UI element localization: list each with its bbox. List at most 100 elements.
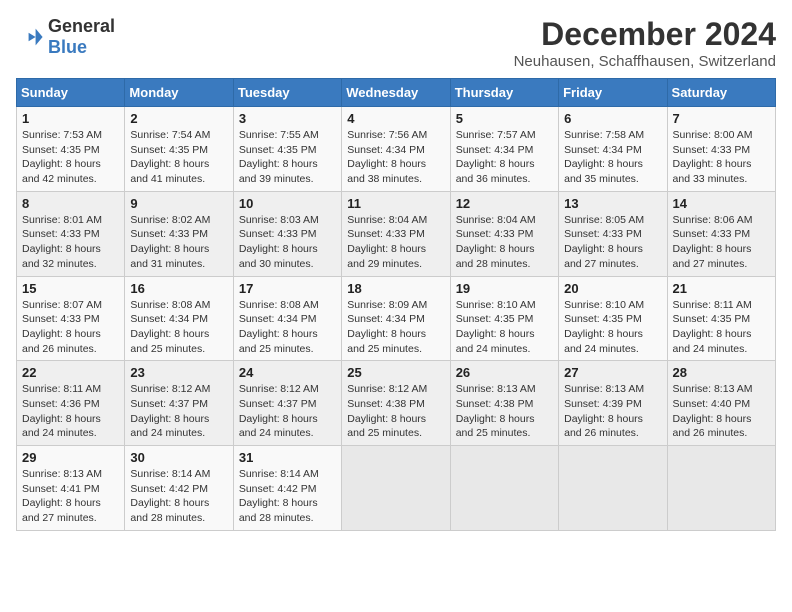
calendar-cell: [342, 446, 450, 531]
day-number: 16: [130, 281, 227, 296]
day-info: Sunrise: 8:13 AM Sunset: 4:39 PM Dayligh…: [564, 382, 661, 441]
sunrise-label: Sunrise: 8:12 AM: [347, 383, 427, 395]
calendar-cell: 29 Sunrise: 8:13 AM Sunset: 4:41 PM Dayl…: [17, 446, 125, 531]
sunrise-label: Sunrise: 8:13 AM: [564, 383, 644, 395]
sunset-label: Sunset: 4:33 PM: [673, 228, 751, 240]
sunset-label: Sunset: 4:33 PM: [22, 313, 100, 325]
calendar-cell: 15 Sunrise: 8:07 AM Sunset: 4:33 PM Dayl…: [17, 276, 125, 361]
daylight-label: Daylight: 8 hours: [22, 497, 101, 509]
daylight-minutes: and 33 minutes.: [673, 173, 748, 185]
day-info: Sunrise: 8:11 AM Sunset: 4:36 PM Dayligh…: [22, 382, 119, 441]
sunset-label: Sunset: 4:38 PM: [456, 398, 534, 410]
sunrise-label: Sunrise: 8:01 AM: [22, 214, 102, 226]
daylight-minutes: and 25 minutes.: [347, 343, 422, 355]
calendar-week-row: 15 Sunrise: 8:07 AM Sunset: 4:33 PM Dayl…: [17, 276, 776, 361]
day-number: 21: [673, 281, 770, 296]
sunrise-label: Sunrise: 7:58 AM: [564, 129, 644, 141]
day-info: Sunrise: 8:14 AM Sunset: 4:42 PM Dayligh…: [130, 467, 227, 526]
day-number: 6: [564, 111, 661, 126]
day-number: 17: [239, 281, 336, 296]
daylight-minutes: and 26 minutes.: [564, 427, 639, 439]
daylight-label: Daylight: 8 hours: [130, 328, 209, 340]
day-info: Sunrise: 8:04 AM Sunset: 4:33 PM Dayligh…: [347, 213, 444, 272]
calendar-cell: 20 Sunrise: 8:10 AM Sunset: 4:35 PM Dayl…: [559, 276, 667, 361]
calendar-cell: 7 Sunrise: 8:00 AM Sunset: 4:33 PM Dayli…: [667, 107, 775, 192]
sunrise-label: Sunrise: 8:13 AM: [456, 383, 536, 395]
calendar-cell: [450, 446, 558, 531]
calendar-cell: 13 Sunrise: 8:05 AM Sunset: 4:33 PM Dayl…: [559, 191, 667, 276]
day-info: Sunrise: 8:06 AM Sunset: 4:33 PM Dayligh…: [673, 213, 770, 272]
sunset-label: Sunset: 4:35 PM: [564, 313, 642, 325]
daylight-label: Daylight: 8 hours: [347, 328, 426, 340]
daylight-label: Daylight: 8 hours: [239, 328, 318, 340]
daylight-minutes: and 24 minutes.: [564, 343, 639, 355]
day-number: 4: [347, 111, 444, 126]
day-number: 18: [347, 281, 444, 296]
calendar-cell: 27 Sunrise: 8:13 AM Sunset: 4:39 PM Dayl…: [559, 361, 667, 446]
daylight-label: Daylight: 8 hours: [456, 158, 535, 170]
daylight-minutes: and 25 minutes.: [347, 427, 422, 439]
daylight-label: Daylight: 8 hours: [673, 413, 752, 425]
sunrise-label: Sunrise: 8:11 AM: [673, 299, 752, 311]
day-number: 29: [22, 450, 119, 465]
daylight-minutes: and 24 minutes.: [130, 427, 205, 439]
sunrise-label: Sunrise: 7:55 AM: [239, 129, 319, 141]
daylight-label: Daylight: 8 hours: [22, 243, 101, 255]
day-number: 19: [456, 281, 553, 296]
day-number: 10: [239, 196, 336, 211]
day-number: 3: [239, 111, 336, 126]
day-number: 9: [130, 196, 227, 211]
day-info: Sunrise: 7:55 AM Sunset: 4:35 PM Dayligh…: [239, 128, 336, 187]
day-number: 28: [673, 365, 770, 380]
calendar-table: SundayMondayTuesdayWednesdayThursdayFrid…: [16, 78, 776, 531]
sunset-label: Sunset: 4:33 PM: [130, 228, 208, 240]
daylight-minutes: and 25 minutes.: [456, 427, 531, 439]
calendar-cell: 18 Sunrise: 8:09 AM Sunset: 4:34 PM Dayl…: [342, 276, 450, 361]
daylight-label: Daylight: 8 hours: [673, 158, 752, 170]
calendar-cell: 9 Sunrise: 8:02 AM Sunset: 4:33 PM Dayli…: [125, 191, 233, 276]
day-info: Sunrise: 8:08 AM Sunset: 4:34 PM Dayligh…: [130, 298, 227, 357]
header: General Blue December 2024 Neuhausen, Sc…: [16, 16, 776, 70]
calendar-cell: 1 Sunrise: 7:53 AM Sunset: 4:35 PM Dayli…: [17, 107, 125, 192]
calendar-cell: 8 Sunrise: 8:01 AM Sunset: 4:33 PM Dayli…: [17, 191, 125, 276]
day-number: 30: [130, 450, 227, 465]
logo-blue-text: Blue: [48, 37, 87, 57]
sunset-label: Sunset: 4:34 PM: [347, 313, 425, 325]
sunrise-label: Sunrise: 8:09 AM: [347, 299, 427, 311]
calendar-week-row: 8 Sunrise: 8:01 AM Sunset: 4:33 PM Dayli…: [17, 191, 776, 276]
day-info: Sunrise: 8:07 AM Sunset: 4:33 PM Dayligh…: [22, 298, 119, 357]
calendar-week-row: 1 Sunrise: 7:53 AM Sunset: 4:35 PM Dayli…: [17, 107, 776, 192]
day-number: 23: [130, 365, 227, 380]
day-info: Sunrise: 8:12 AM Sunset: 4:37 PM Dayligh…: [239, 382, 336, 441]
daylight-label: Daylight: 8 hours: [22, 413, 101, 425]
calendar-cell: 4 Sunrise: 7:56 AM Sunset: 4:34 PM Dayli…: [342, 107, 450, 192]
sunset-label: Sunset: 4:34 PM: [456, 144, 534, 156]
sunrise-label: Sunrise: 8:13 AM: [673, 383, 753, 395]
weekday-header-friday: Friday: [559, 79, 667, 107]
weekday-header-monday: Monday: [125, 79, 233, 107]
sunrise-label: Sunrise: 8:11 AM: [22, 383, 101, 395]
calendar-cell: 3 Sunrise: 7:55 AM Sunset: 4:35 PM Dayli…: [233, 107, 341, 192]
sunset-label: Sunset: 4:35 PM: [239, 144, 317, 156]
daylight-minutes: and 27 minutes.: [22, 512, 97, 524]
sunset-label: Sunset: 4:33 PM: [239, 228, 317, 240]
day-info: Sunrise: 8:02 AM Sunset: 4:33 PM Dayligh…: [130, 213, 227, 272]
day-number: 20: [564, 281, 661, 296]
day-info: Sunrise: 8:10 AM Sunset: 4:35 PM Dayligh…: [456, 298, 553, 357]
day-info: Sunrise: 8:13 AM Sunset: 4:38 PM Dayligh…: [456, 382, 553, 441]
calendar-cell: 10 Sunrise: 8:03 AM Sunset: 4:33 PM Dayl…: [233, 191, 341, 276]
sunset-label: Sunset: 4:34 PM: [239, 313, 317, 325]
day-info: Sunrise: 7:57 AM Sunset: 4:34 PM Dayligh…: [456, 128, 553, 187]
sunrise-label: Sunrise: 8:00 AM: [673, 129, 753, 141]
calendar-week-row: 22 Sunrise: 8:11 AM Sunset: 4:36 PM Dayl…: [17, 361, 776, 446]
day-number: 27: [564, 365, 661, 380]
day-number: 25: [347, 365, 444, 380]
sunset-label: Sunset: 4:35 PM: [22, 144, 100, 156]
daylight-label: Daylight: 8 hours: [22, 328, 101, 340]
weekday-header-tuesday: Tuesday: [233, 79, 341, 107]
daylight-label: Daylight: 8 hours: [130, 158, 209, 170]
day-info: Sunrise: 8:01 AM Sunset: 4:33 PM Dayligh…: [22, 213, 119, 272]
sunrise-label: Sunrise: 8:12 AM: [239, 383, 319, 395]
main-title: December 2024: [514, 16, 776, 53]
day-number: 7: [673, 111, 770, 126]
